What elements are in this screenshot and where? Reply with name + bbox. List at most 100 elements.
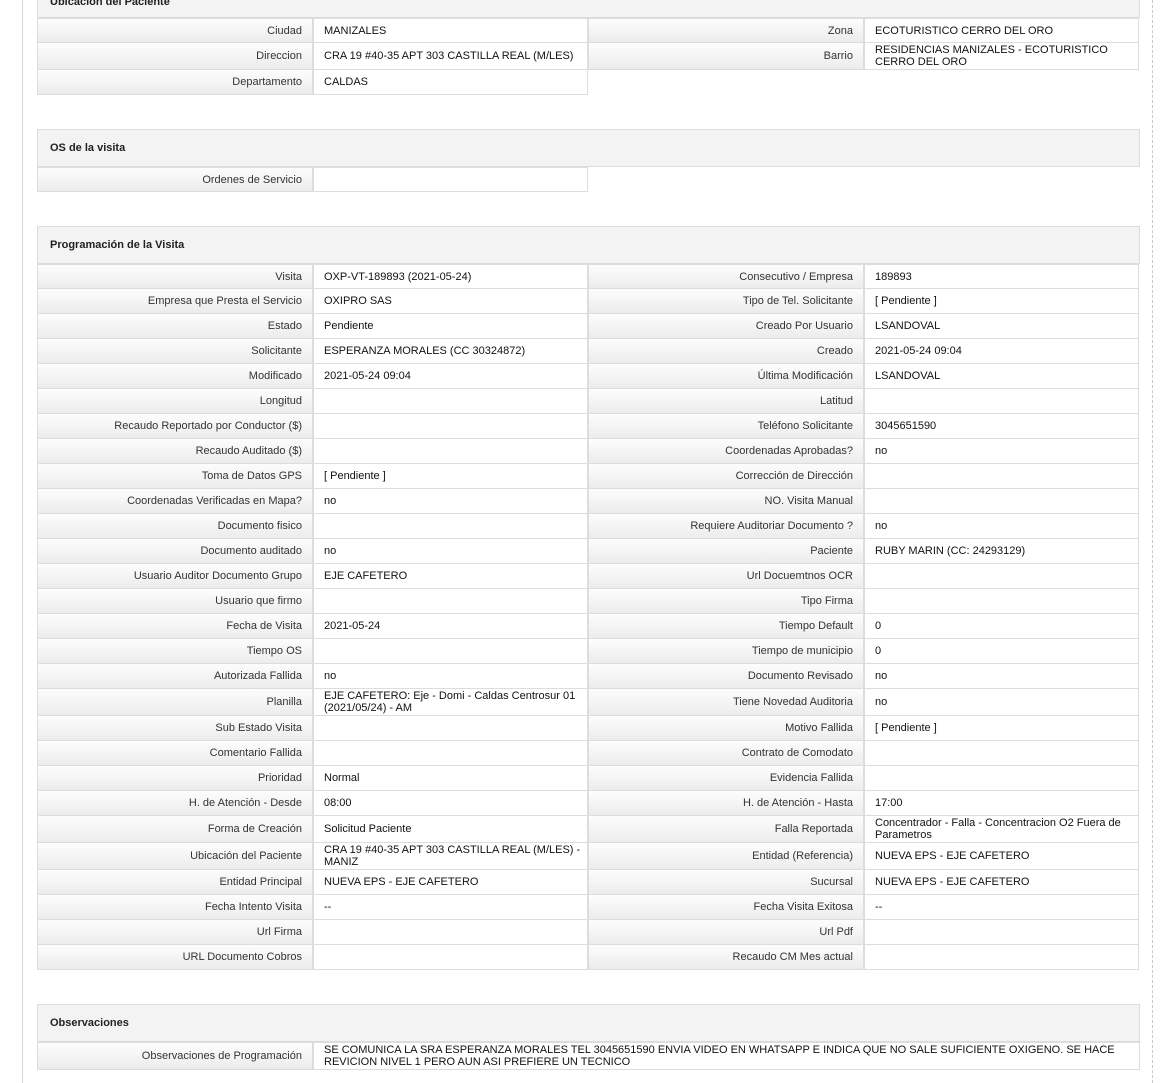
label-telefono-solicitante: Teléfono Solicitante bbox=[588, 414, 864, 439]
label-prioridad: Prioridad bbox=[37, 766, 313, 791]
table-row: Comentario Fallida Contrato de Comodato bbox=[37, 741, 1140, 766]
value-ubicacion-del-paciente: CRA 19 #40-35 APT 303 CASTILLA REAL (M/L… bbox=[313, 843, 588, 870]
value-recaudo-auditado bbox=[313, 439, 588, 464]
label-observaciones-de-programacion: Observaciones de Programación bbox=[37, 1042, 313, 1070]
label-paciente: Paciente bbox=[588, 539, 864, 564]
value-url-documento-cobros bbox=[313, 945, 588, 970]
value-entidad-referencia: NUEVA EPS - EJE CAFETERO bbox=[864, 843, 1139, 870]
value-latitud bbox=[864, 389, 1139, 414]
table-row: Longitud Latitud bbox=[37, 389, 1140, 414]
label-usuario-auditor-documento-grupo: Usuario Auditor Documento Grupo bbox=[37, 564, 313, 589]
table-row: Departamento CALDAS bbox=[37, 70, 588, 95]
label-tiene-novedad-auditoria: Tiene Novedad Auditoria bbox=[588, 689, 864, 716]
label-consecutivo-empresa: Consecutivo / Empresa bbox=[588, 264, 864, 289]
value-longitud bbox=[313, 389, 588, 414]
label-departamento: Departamento bbox=[37, 70, 313, 95]
label-url-pdf: Url Pdf bbox=[588, 920, 864, 945]
value-falla-reportada: Concentrador - Falla - Concentracion O2 … bbox=[864, 816, 1139, 843]
table-row: Planilla EJE CAFETERO: Eje - Domi - Calda… bbox=[37, 689, 1140, 716]
programacion-rows: Visita OXP-VT-189893 (2021-05-24) Consecut… bbox=[37, 264, 1140, 970]
label-tipo-de-tel-solicitante: Tipo de Tel. Solicitante bbox=[588, 289, 864, 314]
value-coordenadas-aprobadas: no bbox=[864, 439, 1139, 464]
observaciones-rows: Observaciones de Programación SE COMUNICA… bbox=[37, 1042, 1140, 1070]
label-url-docuemtnos-ocr: Url Docuemtnos OCR bbox=[588, 564, 864, 589]
table-row: Empresa que Presta el Servicio OXIPRO SAS… bbox=[37, 289, 1140, 314]
table-row: Ubicación del Paciente CRA 19 #40-35 APT … bbox=[37, 843, 1140, 870]
label-contrato-de-comodato: Contrato de Comodato bbox=[588, 741, 864, 766]
label-evidencia-fallida: Evidencia Fallida bbox=[588, 766, 864, 791]
label-ciudad: Ciudad bbox=[37, 18, 313, 43]
label-autorizada-fallida: Autorizada Fallida bbox=[37, 664, 313, 689]
label-toma-de-datos-gps: Toma de Datos GPS bbox=[37, 464, 313, 489]
table-row: Prioridad Normal Evidencia Fallida bbox=[37, 766, 1140, 791]
value-autorizada-fallida: no bbox=[313, 664, 588, 689]
value-observaciones-de-programacion: SE COMUNICA LA SRA ESPERANZA MORALES TEL… bbox=[313, 1042, 1140, 1070]
label-h-de-atencion-hasta: H. de Atención - Hasta bbox=[588, 791, 864, 816]
value-requiere-auditoriar-documento: no bbox=[864, 514, 1139, 539]
table-row: Documento fisico Requiere Auditoriar Docu… bbox=[37, 514, 1140, 539]
panel-title: Observaciones bbox=[37, 1004, 1140, 1042]
value-fecha-visita-exitosa: -- bbox=[864, 895, 1139, 920]
label-recaudo-cm-mes-actual: Recaudo CM Mes actual bbox=[588, 945, 864, 970]
right-scroll-border bbox=[1152, 0, 1153, 1083]
value-documento-fisico bbox=[313, 514, 588, 539]
panel-os-visita: OS de la visita Ordenes de Servicio bbox=[37, 129, 1140, 192]
ubicacion-rows: Ciudad MANIZALES Zona ECOTURISTICO CERRO DE… bbox=[37, 18, 1140, 95]
table-row: Fecha Intento Visita -- Fecha Visita Exito… bbox=[37, 895, 1140, 920]
table-row: H. de Atención - Desde 08:00 H. de Atenció… bbox=[37, 791, 1140, 816]
value-forma-de-creacion: Solicitud Paciente bbox=[313, 816, 588, 843]
value-tipo-firma bbox=[864, 589, 1139, 614]
label-creado: Creado bbox=[588, 339, 864, 364]
label-empresa-que-presta-el-servicio: Empresa que Presta el Servicio bbox=[37, 289, 313, 314]
table-row: Modificado 2021-05-24 09:04 Última Modific… bbox=[37, 364, 1140, 389]
label-fecha-intento-visita: Fecha Intento Visita bbox=[37, 895, 313, 920]
value-tiempo-de-municipio: 0 bbox=[864, 639, 1139, 664]
panel-title: OS de la visita bbox=[37, 129, 1140, 167]
value-motivo-fallida: [ Pendiente ] bbox=[864, 716, 1139, 741]
value-modificado: 2021-05-24 09:04 bbox=[313, 364, 588, 389]
label-forma-de-creacion: Forma de Creación bbox=[37, 816, 313, 843]
table-row: Usuario que firmo Tipo Firma bbox=[37, 589, 1140, 614]
label-requiere-auditoriar-documento: Requiere Auditoriar Documento ? bbox=[588, 514, 864, 539]
table-row: Direccion CRA 19 #40-35 APT 303 CASTILLA … bbox=[37, 43, 1140, 70]
value-h-de-atencion-hasta: 17:00 bbox=[864, 791, 1139, 816]
value-solicitante: ESPERANZA MORALES (CC 30324872) bbox=[313, 339, 588, 364]
value-no-visita-manual bbox=[864, 489, 1139, 514]
panel-ubicacion-paciente: Ubicación del Paciente Ciudad MANIZALES Zo… bbox=[37, 0, 1140, 95]
label-sub-estado-visita: Sub Estado Visita bbox=[37, 716, 313, 741]
label-documento-auditado: Documento auditado bbox=[37, 539, 313, 564]
table-row: Coordenadas Verificadas en Mapa? no NO. Vi… bbox=[37, 489, 1140, 514]
label-coordenadas-verificadas-en-mapa: Coordenadas Verificadas en Mapa? bbox=[37, 489, 313, 514]
label-correccion-de-direccion: Corrección de Dirección bbox=[588, 464, 864, 489]
label-latitud: Latitud bbox=[588, 389, 864, 414]
label-entidad-principal: Entidad Principal bbox=[37, 870, 313, 895]
table-row: Entidad Principal NUEVA EPS - EJE CAFETER… bbox=[37, 870, 1140, 895]
value-consecutivo-empresa: 189893 bbox=[864, 264, 1139, 289]
value-documento-revisado: no bbox=[864, 664, 1139, 689]
label-recaudo-reportado-por-conductor: Recaudo Reportado por Conductor ($) bbox=[37, 414, 313, 439]
panel-title: Ubicación del Paciente bbox=[37, 0, 1140, 18]
value-creado-por-usuario: LSANDOVAL bbox=[864, 314, 1139, 339]
label-modificado: Modificado bbox=[37, 364, 313, 389]
value-tipo-de-tel-solicitante: [ Pendiente ] bbox=[864, 289, 1139, 314]
panel-title: Programación de la Visita bbox=[37, 226, 1140, 264]
label-documento-fisico: Documento fisico bbox=[37, 514, 313, 539]
value-estado: Pendiente bbox=[313, 314, 588, 339]
value-ciudad: MANIZALES bbox=[313, 18, 588, 43]
table-row: Url Firma Url Pdf bbox=[37, 920, 1140, 945]
table-row: Usuario Auditor Documento Grupo EJE CAFET… bbox=[37, 564, 1140, 589]
label-documento-revisado: Documento Revisado bbox=[588, 664, 864, 689]
value-documento-auditado: no bbox=[313, 539, 588, 564]
value-toma-de-datos-gps: [ Pendiente ] bbox=[313, 464, 588, 489]
table-row: Observaciones de Programación SE COMUNICA… bbox=[37, 1042, 1140, 1070]
value-evidencia-fallida bbox=[864, 766, 1139, 791]
value-url-docuemtnos-ocr bbox=[864, 564, 1139, 589]
label-h-de-atencion-desde: H. de Atención - Desde bbox=[37, 791, 313, 816]
table-row: Recaudo Reportado por Conductor ($) Teléf… bbox=[37, 414, 1140, 439]
label-coordenadas-aprobadas: Coordenadas Aprobadas? bbox=[588, 439, 864, 464]
value-fecha-intento-visita: -- bbox=[313, 895, 588, 920]
panel-programacion-visita: Programación de la Visita Visita OXP-VT-1… bbox=[37, 226, 1140, 970]
table-row: Sub Estado Visita Motivo Fallida[ Pendien… bbox=[37, 716, 1140, 741]
label-estado: Estado bbox=[37, 314, 313, 339]
value-h-de-atencion-desde: 08:00 bbox=[313, 791, 588, 816]
